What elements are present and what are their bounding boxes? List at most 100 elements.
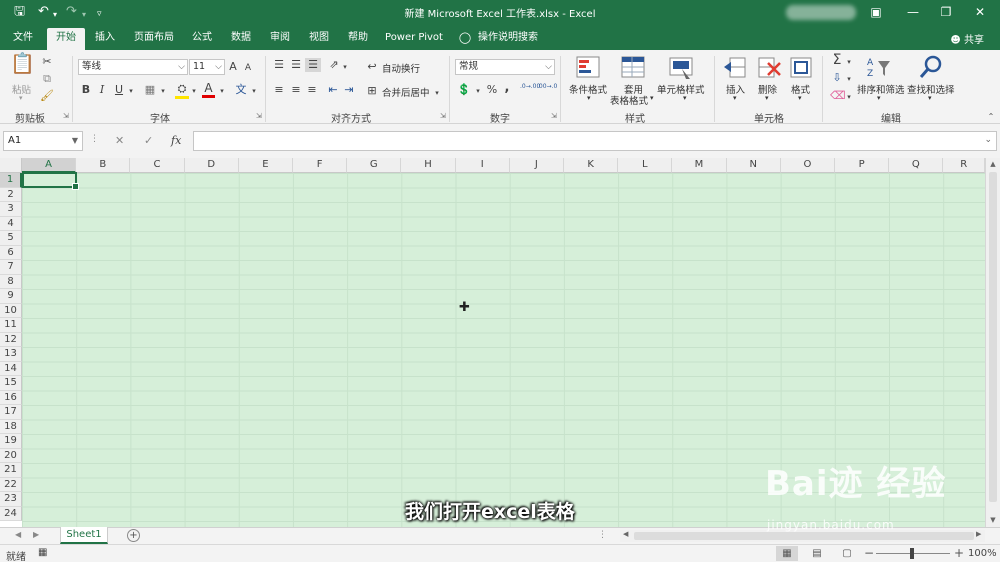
name-box[interactable]: A1 ▼ (3, 131, 83, 151)
row-header-20[interactable]: 20 (0, 448, 22, 463)
row-header-2[interactable]: 2 (0, 187, 22, 202)
orientation-dropdown-icon[interactable]: ▾ (341, 60, 349, 74)
accounting-dropdown-icon[interactable]: ▾ (474, 84, 482, 98)
column-header-m[interactable]: M (672, 158, 727, 173)
underline-button[interactable]: U (113, 83, 125, 97)
row-header-7[interactable]: 7 (0, 260, 22, 275)
horizontal-scroll-thumb[interactable] (634, 532, 974, 540)
zoom-slider-thumb[interactable] (910, 548, 914, 559)
tell-me-search[interactable]: 操作说明搜索 (478, 29, 544, 50)
font-color-icon[interactable]: A (202, 81, 215, 98)
cell-styles-dropdown-icon[interactable]: ▾ (683, 94, 687, 102)
scroll-up-icon[interactable]: ▲ (986, 160, 1000, 168)
sheet-prev-icon[interactable]: ◀ (15, 530, 21, 539)
sort-filter-dropdown-icon[interactable]: ▾ (877, 94, 881, 102)
sheet-next-icon[interactable]: ▶ (33, 530, 39, 539)
font-size-combo[interactable]: 11 ⌵ (189, 59, 225, 75)
minimize-icon[interactable]: — (903, 3, 923, 21)
delete-cells-icon[interactable] (756, 55, 782, 81)
tab-data[interactable]: 数据 (225, 29, 257, 50)
column-header-g[interactable]: G (347, 158, 402, 173)
decrease-decimal-button[interactable]: .00→.0 (537, 83, 557, 90)
font-launcher-icon[interactable]: ⇲ (256, 112, 262, 120)
merge-center-icon[interactable]: ⊞ (365, 84, 379, 98)
column-header-p[interactable]: P (835, 158, 890, 173)
scroll-down-icon[interactable]: ▼ (986, 516, 1000, 524)
vertical-scroll-thumb[interactable] (989, 172, 997, 502)
row-header-4[interactable]: 4 (0, 216, 22, 231)
increase-decimal-button[interactable]: .0→.00 (520, 83, 540, 90)
fill-dropdown-icon[interactable]: ▾ (845, 72, 853, 86)
autosum-dropdown-icon[interactable]: ▾ (845, 55, 853, 69)
align-middle-icon[interactable]: ☰ (289, 58, 303, 72)
delete-cells-dropdown-icon[interactable]: ▾ (765, 94, 769, 102)
share-button[interactable]: ☻ 共享 (950, 31, 984, 46)
row-header-17[interactable]: 17 (0, 405, 22, 420)
percent-style-button[interactable]: % (485, 83, 499, 97)
find-select-dropdown-icon[interactable]: ▾ (928, 94, 932, 102)
row-header-13[interactable]: 13 (0, 347, 22, 362)
tab-home[interactable]: 开始 (47, 28, 85, 50)
tab-help[interactable]: 帮助 (342, 29, 374, 50)
formula-bar-splitter-icon[interactable]: ⋮ (90, 134, 99, 144)
border-icon[interactable]: ▦ (143, 83, 157, 97)
scroll-right-icon[interactable]: ▶ (976, 530, 981, 538)
row-header-12[interactable]: 12 (0, 332, 22, 347)
tab-page-layout[interactable]: 页面布局 (129, 29, 179, 50)
insert-cells-dropdown-icon[interactable]: ▾ (733, 94, 737, 102)
zoom-in-icon[interactable]: + (954, 546, 964, 560)
autosum-icon[interactable]: Σ (830, 53, 844, 67)
tab-review[interactable]: 审阅 (264, 29, 296, 50)
format-cells-dropdown-icon[interactable]: ▾ (798, 94, 802, 102)
phonetic-guide-icon[interactable]: 文 (234, 83, 248, 97)
clear-icon[interactable]: ⌫ (830, 89, 846, 103)
conditional-dropdown-icon[interactable]: ▾ (587, 94, 591, 102)
cell-styles-icon[interactable] (668, 55, 694, 81)
vertical-scrollbar[interactable]: ▲ ▼ (985, 158, 1000, 527)
align-bottom-icon[interactable]: ☰ (305, 58, 321, 72)
column-header-l[interactable]: L (618, 158, 673, 173)
format-as-table-icon[interactable] (620, 55, 646, 81)
border-dropdown-icon[interactable]: ▾ (159, 84, 167, 98)
page-layout-view-icon[interactable]: ▤ (806, 546, 828, 561)
column-header-k[interactable]: K (564, 158, 619, 173)
paste-icon[interactable]: 📋 (10, 53, 35, 82)
row-header-19[interactable]: 19 (0, 434, 22, 449)
close-icon[interactable]: ✕ (970, 3, 990, 21)
align-left-icon[interactable]: ≡ (272, 83, 286, 97)
font-name-combo[interactable]: 等线 ⌵ (78, 59, 188, 75)
restore-icon[interactable]: ❐ (936, 3, 956, 21)
row-header-3[interactable]: 3 (0, 202, 22, 217)
macro-record-icon[interactable]: ▦ (38, 547, 47, 558)
alignment-launcher-icon[interactable]: ⇲ (440, 112, 446, 120)
align-center-icon[interactable]: ≡ (289, 83, 303, 97)
page-break-view-icon[interactable]: ▢ (836, 546, 858, 561)
format-as-table-button[interactable]: 表格格式 (610, 93, 648, 107)
insert-function-icon[interactable]: fx (171, 134, 181, 147)
bold-button[interactable]: B (80, 83, 92, 97)
column-header-c[interactable]: C (130, 158, 185, 173)
row-header-9[interactable]: 9 (0, 289, 22, 304)
scroll-left-icon[interactable]: ◀ (623, 530, 628, 538)
column-header-q[interactable]: Q (889, 158, 944, 173)
row-header-18[interactable]: 18 (0, 419, 22, 434)
tab-file[interactable]: 文件 (6, 29, 40, 50)
merge-dropdown-icon[interactable]: ▾ (433, 86, 441, 100)
row-header-5[interactable]: 5 (0, 231, 22, 246)
align-right-icon[interactable]: ≡ (305, 83, 319, 97)
number-format-combo[interactable]: 常规 ⌵ (455, 59, 555, 75)
format-cells-icon[interactable] (788, 55, 814, 81)
copy-icon[interactable]: ⧉ (40, 72, 54, 86)
column-header-d[interactable]: D (184, 158, 239, 173)
clipboard-launcher-icon[interactable]: ⇲ (63, 112, 69, 120)
collapse-ribbon-icon[interactable]: ⌃ (986, 110, 996, 124)
italic-button[interactable]: I (96, 83, 108, 97)
paste-dropdown-icon[interactable]: ▾ (19, 94, 23, 102)
column-header-f[interactable]: F (293, 158, 348, 173)
fill-color-dropdown-icon[interactable]: ▾ (190, 84, 198, 98)
decrease-indent-icon[interactable]: ⇤ (326, 83, 340, 97)
sheet-tab-sheet1[interactable]: Sheet1 (60, 527, 108, 544)
shrink-font-icon[interactable]: A (242, 61, 254, 75)
tab-formulas[interactable]: 公式 (186, 29, 218, 50)
tab-view[interactable]: 视图 (303, 29, 335, 50)
